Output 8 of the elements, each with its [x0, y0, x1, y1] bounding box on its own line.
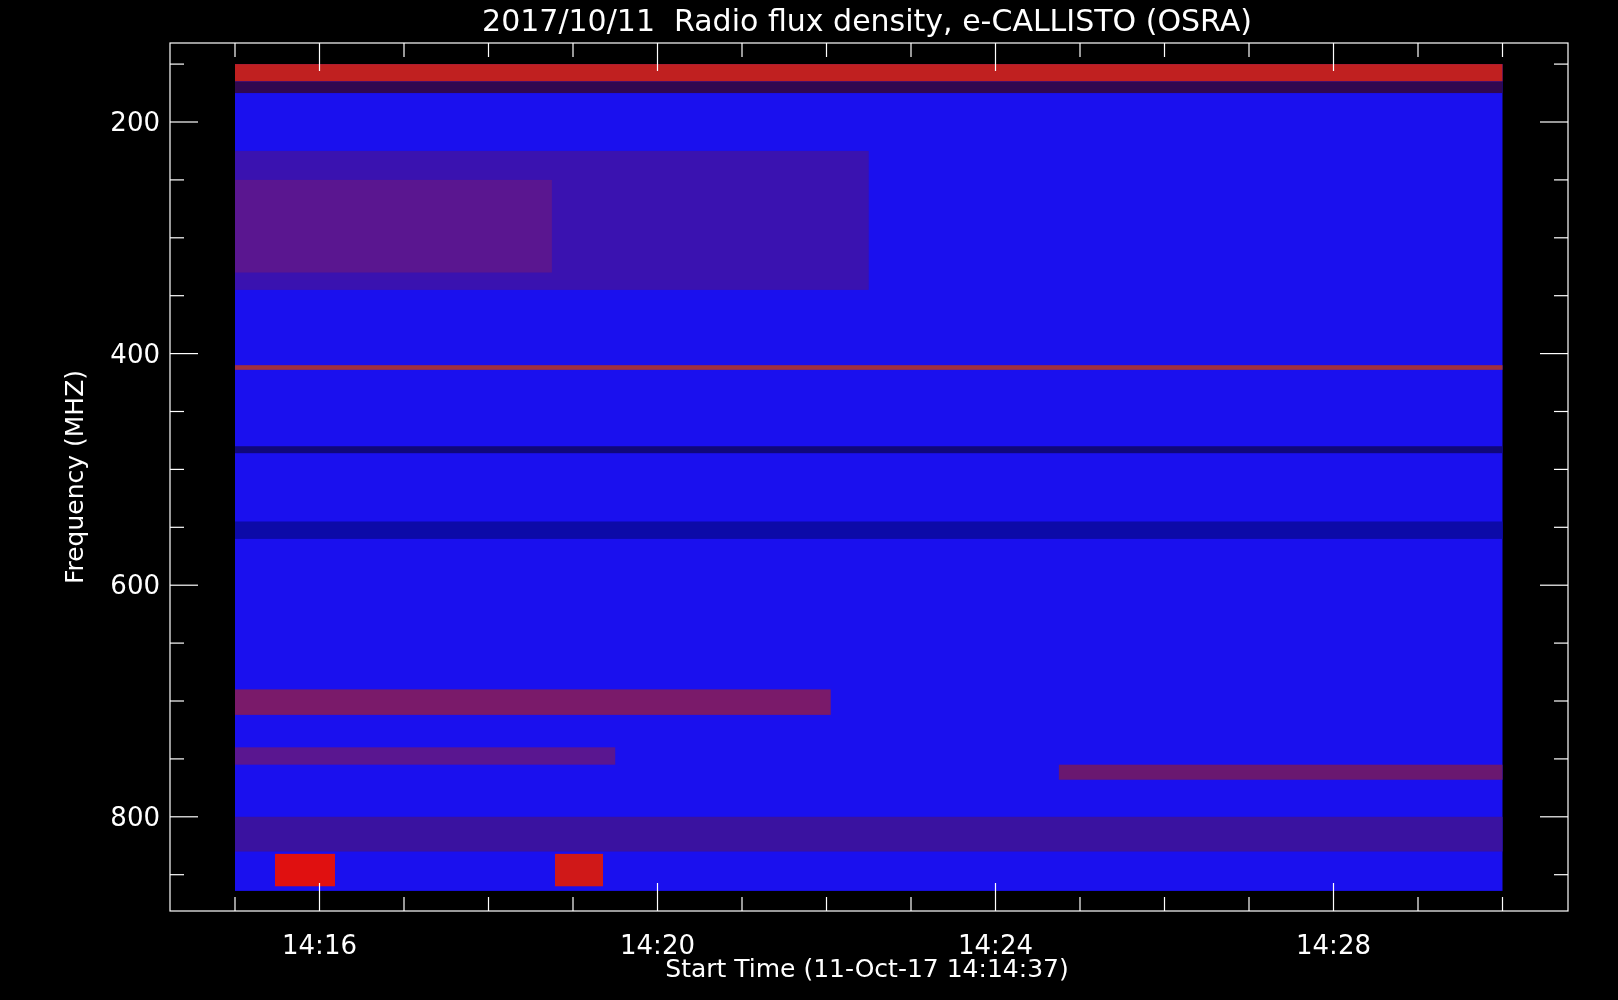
y-tick-label: 600: [110, 570, 160, 601]
y-tick-label: 200: [110, 107, 160, 137]
x-tick-label: 14:16: [282, 930, 357, 960]
x-tick-label: 14:28: [1296, 930, 1371, 960]
y-tick-label: 400: [110, 338, 160, 369]
y-axis-label: Frequency (MHZ): [60, 369, 89, 585]
chart-title: 2017/10/11 Radio flux density, e-CALLISTO (OSRA): [482, 3, 1252, 38]
y-tick-label: 800: [110, 801, 160, 832]
